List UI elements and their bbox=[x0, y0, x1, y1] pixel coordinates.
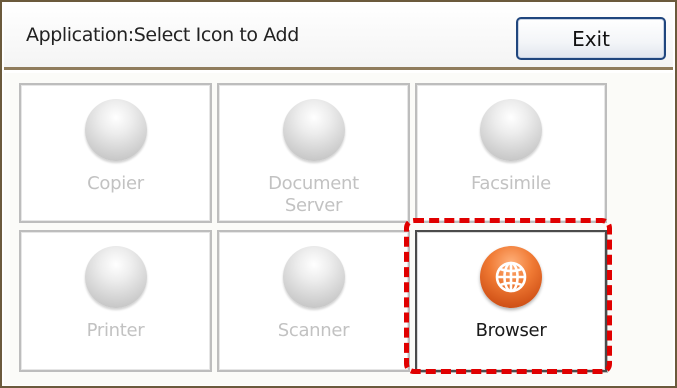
app-tile-label: Scanner bbox=[277, 320, 350, 341]
app-tile-printer: Printer bbox=[19, 230, 212, 372]
copier-icon bbox=[84, 99, 147, 161]
header-bar: Application:Select Icon to Add Exit bbox=[4, 4, 673, 70]
printer-icon bbox=[84, 246, 147, 308]
globe-glyph bbox=[495, 261, 527, 293]
exit-button[interactable]: Exit bbox=[516, 17, 666, 60]
app-tile-copier: Copier bbox=[19, 83, 212, 223]
app-tile-label: Browser bbox=[475, 320, 547, 341]
app-tile-label: Copier bbox=[87, 173, 144, 194]
app-tile-label: Printer bbox=[86, 320, 145, 341]
globe-icon bbox=[480, 246, 542, 308]
app-tile-facsimile: Facsimile bbox=[415, 83, 607, 223]
scanner-icon bbox=[282, 246, 345, 308]
app-select-screen: Application:Select Icon to Add Exit Copi… bbox=[0, 0, 677, 388]
screen-title: Application:Select Icon to Add bbox=[26, 24, 299, 46]
app-tile-browser[interactable]: Browser bbox=[415, 230, 607, 372]
app-tile-label: Document Server bbox=[268, 173, 359, 216]
app-tile-scanner: Scanner bbox=[217, 230, 410, 372]
app-grid: Copier Document Server Facsimile Printer bbox=[4, 73, 673, 385]
document-server-icon bbox=[282, 99, 345, 161]
facsimile-icon bbox=[480, 99, 542, 161]
app-tile-label: Facsimile bbox=[471, 173, 551, 194]
app-tile-document-server: Document Server bbox=[217, 83, 410, 223]
